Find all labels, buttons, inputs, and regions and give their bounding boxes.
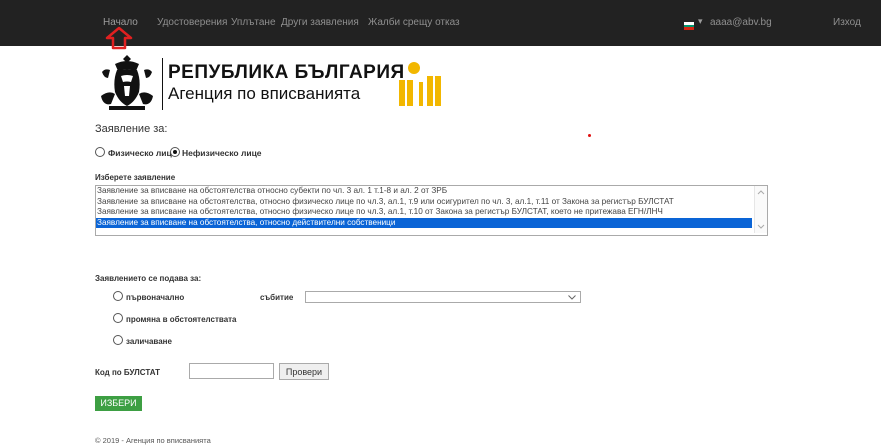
radio-nonphysical-person-label: Нефизическо лице (182, 148, 262, 158)
red-dot-marker (588, 134, 591, 137)
nav-item-other-applications[interactable]: Други заявления (281, 17, 359, 28)
radio-change[interactable] (113, 313, 123, 323)
nav-item-certificates[interactable]: Удостоверения (157, 17, 227, 28)
agency-title: РЕПУБЛИКА БЪЛГАРИЯ (168, 62, 405, 83)
scrollbar-arrows-icon (757, 190, 765, 229)
listbox-option[interactable]: Заявление за вписване на обстоятелства, … (96, 197, 752, 208)
check-button[interactable]: Провери (279, 363, 329, 380)
submitted-for-label: Заявлението се подава за: (95, 274, 202, 283)
radio-nonphysical-person[interactable] (170, 147, 180, 157)
bulstat-label: Код по БУЛСТАТ (95, 368, 160, 377)
red-arrow-icon (105, 26, 133, 50)
agency-subtitle: Агенция по вписванията (168, 84, 361, 103)
radio-delete[interactable] (113, 335, 123, 345)
event-label: събитие (260, 293, 294, 302)
chevron-down-icon[interactable]: ▾ (698, 16, 703, 27)
radio-physical-person[interactable] (95, 147, 105, 157)
nav-item-complaints[interactable]: Жалби срещу отказ (368, 17, 460, 28)
listbox-scrollbar[interactable] (754, 186, 767, 233)
listbox-option[interactable]: Заявление за вписване на обстоятелства, … (96, 207, 752, 218)
agency-logo-mark (399, 62, 441, 106)
radio-change-label: промяна в обстоятелствата (126, 315, 237, 324)
coat-of-arms-logo (101, 55, 153, 110)
choose-statement-label: Изберете заявление (95, 173, 176, 182)
bulgarian-flag-icon[interactable] (684, 22, 694, 30)
user-email[interactable]: aaaa@abv.bg (710, 17, 772, 28)
chevron-down-icon (568, 295, 576, 300)
logo-divider (162, 58, 163, 110)
listbox-option-selected[interactable]: Заявление за вписване на обстоятелства, … (96, 217, 752, 228)
event-select[interactable] (305, 291, 581, 303)
statement-listbox[interactable]: Заявление за вписване на обстоятелства о… (95, 185, 768, 236)
radio-initial-label: първоначално (126, 293, 185, 302)
radio-delete-label: заличаване (126, 337, 172, 346)
statement-for-label: Заявление за: (95, 123, 168, 135)
radio-initial[interactable] (113, 291, 123, 301)
logout-link[interactable]: Изход (833, 17, 861, 28)
bulstat-input[interactable] (189, 363, 274, 379)
radio-physical-person-label: Физическо лице (108, 148, 177, 158)
nav-item-settlement[interactable]: Уплътане (231, 17, 276, 28)
choose-button[interactable]: ИЗБЕРИ (95, 396, 142, 411)
footer-copyright: © 2019 - Агенция по вписванията (95, 436, 211, 445)
listbox-option[interactable]: Заявление за вписване на обстоятелства о… (96, 186, 752, 197)
